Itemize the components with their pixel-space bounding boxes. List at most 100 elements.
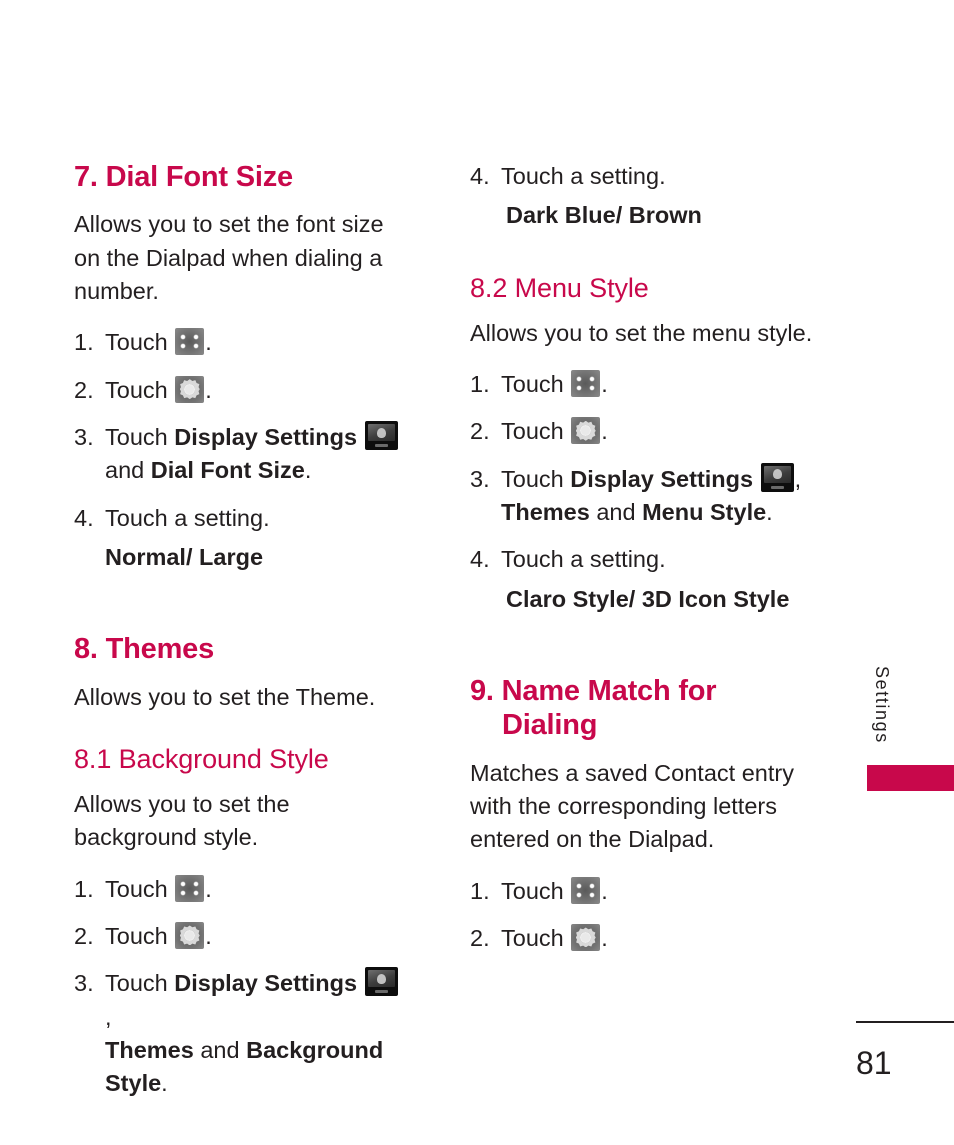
settings-gear-icon [175,375,205,403]
step-text: Touch [501,924,564,951]
step-number: 3. [74,970,94,997]
step-text: Touch [105,376,168,403]
step-number: 4. [74,504,94,531]
step-bold-term: Display Settings [570,465,754,492]
step-text: Touch [105,922,168,949]
step-text: Touch a setting. [501,546,666,573]
section-8-1-intro: Allows you to set the background style. [74,790,290,851]
grid-menu-icon [571,876,601,904]
step-item: 2. Touch . [470,922,815,955]
step-continuation: and Dial Font Size. [105,454,404,487]
step-number: 1. [74,875,94,902]
step-item: 3. Touch Display Settings , Themes and Ba… [74,967,404,1100]
step-item: 1. Touch . [470,875,815,908]
step-bold-term: Background [246,1037,384,1064]
step-bold-term: Menu Style [642,499,767,526]
step-text: Touch [105,424,168,451]
step-bold-term: Display Settings [174,424,358,451]
step-item: 1. Touch . [74,873,404,906]
settings-gear-icon [175,921,205,949]
step-punct: . [161,1070,168,1097]
step-number: 4. [470,163,490,189]
step-bold-term: Style [105,1070,162,1097]
settings-gear-icon [571,417,601,445]
step-item: 1. Touch . [470,368,815,401]
step-number: 3. [470,465,490,492]
setting-options-8-1: Dark Blue/ Brown [506,202,702,229]
step-number: 3. [74,424,94,451]
step-trailing: . [205,875,212,902]
step-continuation: Themes and Background [105,1034,404,1067]
display-settings-icon [364,421,398,451]
setting-options-8-2: Claro Style/ 3D Icon Style [506,585,790,612]
page-number: 81 [856,1045,892,1081]
step-text: Touch [105,875,168,902]
grid-menu-icon [175,874,205,902]
step-bold-term: Dial Font Size [150,457,305,484]
step-trailing: . [205,329,212,356]
right-column: 4. Touch a setting. Dark Blue/ Brown 8.2 … [470,160,815,969]
step-continuation: Themes and Menu Style. [501,496,815,529]
step-item: 2. Touch . [74,374,404,407]
step-bold-term: Display Settings [174,970,358,997]
grid-menu-icon [175,328,205,356]
left-column: 7. Dial Font Size Allows you to set the … [74,160,404,1115]
step-number: 1. [74,329,94,356]
step-text: Touch [501,877,564,904]
section-heading-8-2: 8.2 Menu Style [470,272,649,303]
section-heading-9: 9. Name Match for Dialing [470,674,815,742]
setting-options-7: Normal/ Large [105,544,264,571]
step-item: 2. Touch . [470,415,815,448]
step-trailing: , [794,465,802,492]
settings-gear-icon [571,923,601,951]
section-heading-9-line2: Dialing [502,709,598,742]
step-item: 4. Touch a setting. [74,502,404,535]
step-text-cont: and [193,1037,247,1064]
step-item: 4. Touch a setting. [470,543,815,576]
side-tab-accent-bar [867,765,954,791]
section-8-intro: Allows you to set the Theme. [74,683,376,710]
step-punct: . [766,499,773,526]
section-7-intro: Allows you to set the font size on the D… [74,211,384,304]
step-text-cont: and [105,457,151,484]
step-bold-term: Themes [105,1037,194,1064]
step-text: Touch a setting. [501,163,666,189]
step-bold-term: Themes [501,499,590,526]
step-number: 2. [470,924,490,951]
step-text: Touch [501,465,564,492]
step-number: 2. [74,922,94,949]
step-number: 2. [74,376,94,403]
step-number: 1. [470,370,490,397]
manual-page: 7. Dial Font Size Allows you to set the … [0,0,954,1145]
step-trailing: . [601,924,608,951]
step-text: Touch [501,418,564,445]
display-settings-icon [364,967,398,997]
section-heading-8-1: 8.1 Background Style [74,744,329,775]
side-tab-label: Settings [872,666,892,744]
step-number: 2. [470,418,490,445]
grid-menu-icon [571,369,601,397]
step-text: Touch [501,370,564,397]
section-heading-7: 7. Dial Font Size [74,161,293,193]
step-trailing: . [601,418,608,445]
step-number: 4. [470,546,490,573]
display-settings-icon [760,462,794,492]
footer-rule [856,1021,954,1023]
step-trailing: . [601,370,608,397]
step-trailing: . [601,877,608,904]
step-item: 3. Touch Display Settings , Themes and Me… [470,462,815,530]
step-punct: . [304,457,312,484]
step-item: 2. Touch . [74,920,404,953]
step-item: 3. Touch Display Settings and Dial Font S… [74,421,404,488]
step-trailing: . [205,922,212,949]
section-9-intro: Matches a saved Contact entry with the c… [470,759,794,853]
step-text: Touch [105,329,168,356]
step-item: 4. Touch a setting. [470,160,815,193]
step-continuation: Style. [105,1067,404,1100]
section-heading-9-line1: 9. Name Match for [470,675,717,708]
section-heading-8: 8. Themes [74,633,215,666]
step-text: Touch a setting. [105,504,270,531]
section-8-2-intro: Allows you to set the menu style. [470,319,813,346]
step-text-cont: and [589,499,643,526]
step-number: 1. [470,877,490,904]
